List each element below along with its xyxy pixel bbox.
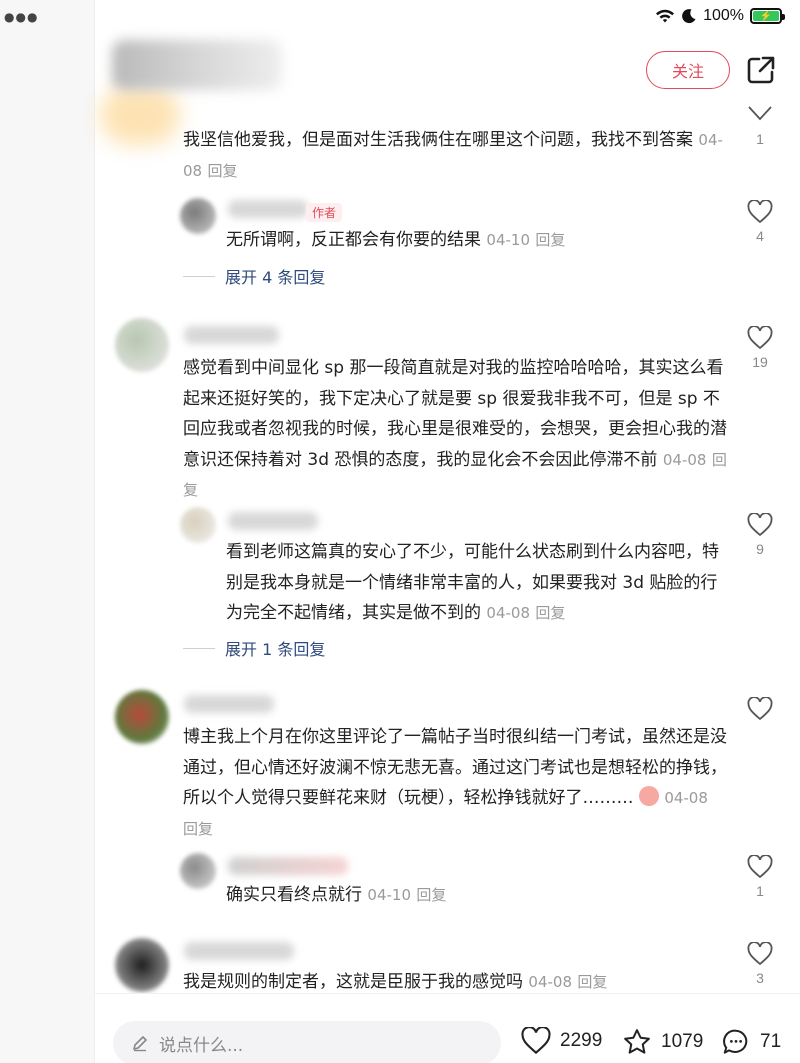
avatar[interactable]	[115, 938, 169, 992]
heart-icon	[748, 106, 772, 121]
heart-icon	[747, 513, 773, 537]
reply-username[interactable]	[228, 857, 348, 875]
reply-text: 确实只看终点就行 04-10 回复	[226, 885, 447, 905]
expand-replies-link[interactable]: 展开 4 条回复	[183, 264, 325, 288]
like-button[interactable]: 2299	[520, 1027, 602, 1055]
header-username[interactable]	[112, 40, 282, 90]
comment-username[interactable]	[184, 695, 274, 713]
share-icon[interactable]	[745, 54, 777, 86]
follow-button[interactable]: 关注	[646, 51, 730, 89]
avatar[interactable]	[115, 690, 169, 744]
divider	[183, 647, 215, 649]
reply-button[interactable]: 回复	[535, 231, 565, 249]
reply-like-button[interactable]: 4	[740, 200, 780, 244]
avatar[interactable]	[115, 318, 169, 372]
comment-like-button[interactable]	[740, 697, 780, 725]
star-icon	[624, 1029, 650, 1054]
heart-icon	[747, 697, 773, 721]
reply-button[interactable]: 回复	[416, 886, 446, 904]
reply-like-button[interactable]: 9	[740, 513, 780, 557]
like-count: 2299	[560, 1030, 603, 1051]
pencil-icon	[133, 1036, 147, 1052]
reply-like-button[interactable]: 1	[740, 855, 780, 899]
comment-text: 博主我上个月在你这里评论了一篇帖子当时很纠结一门考试，虽然还是没通过，但心情还好…	[183, 727, 727, 838]
expand-replies-link[interactable]: 展开 1 条回复	[183, 636, 325, 660]
comment-like-button[interactable]: 1	[740, 105, 780, 147]
author-badge: 作者	[306, 203, 343, 222]
reply-username[interactable]	[228, 512, 318, 530]
comment-text: 感觉看到中间显化 sp 那一段简直就是对我的监控哈哈哈哈，其实这么看起来还挺好笑…	[183, 358, 727, 499]
divider	[183, 275, 215, 277]
comment-like-button[interactable]: 19	[740, 326, 780, 370]
battery-percent: 100%	[703, 7, 744, 24]
comment-text: 我坚信他爱我，但是面对生活我俩住在哪里这个问题，我找不到答案 04-08 回复	[183, 130, 723, 180]
bottom-action-bar: 说点什么... 2299 1079 71	[95, 993, 800, 1063]
comment-date: 04-08	[664, 789, 708, 807]
comment-username[interactable]	[184, 326, 279, 344]
comment-input[interactable]: 说点什么...	[113, 1021, 501, 1063]
reply-button[interactable]: 回复	[535, 604, 565, 622]
avatar[interactable]	[180, 507, 216, 543]
reply-button[interactable]: 回复	[183, 820, 213, 838]
comment-button[interactable]: 71	[720, 1027, 781, 1057]
reply-text: 无所谓啊，反正都会有你要的结果 04-10 回复	[226, 230, 566, 250]
comment-like-button[interactable]: 3	[740, 942, 780, 986]
comment-count: 71	[760, 1031, 782, 1052]
comment-date: 04-08	[528, 973, 572, 991]
left-sidebar: ●●●	[0, 0, 95, 1063]
moon-icon	[682, 9, 696, 24]
battery-icon: ⚡	[750, 8, 785, 24]
heart-icon	[521, 1027, 551, 1055]
reply-button[interactable]: 回复	[577, 973, 607, 991]
wifi-icon	[656, 9, 675, 23]
status-bar: 100% ⚡	[655, 5, 785, 27]
more-dots-icon[interactable]: ●●●	[4, 10, 38, 24]
reply-date: 04-10	[486, 231, 530, 249]
favorite-count: 1079	[661, 1031, 704, 1052]
avatar[interactable]	[180, 198, 216, 234]
reply-date: 04-08	[486, 604, 530, 622]
heart-icon	[747, 942, 773, 966]
avatar[interactable]	[180, 853, 216, 889]
heart-icon	[747, 326, 773, 350]
reply-text: 看到老师这篇真的安心了不少，可能什么状态刷到什么内容吧，特别是我本身就是一个情绪…	[226, 542, 719, 623]
favorite-button[interactable]: 1079	[621, 1027, 703, 1057]
header-avatar[interactable]	[100, 85, 180, 145]
reply-date: 04-10	[367, 886, 411, 904]
emoji-icon	[638, 786, 659, 806]
comment-username[interactable]	[184, 942, 294, 960]
heart-icon	[747, 200, 773, 224]
comment-date: 04-08	[662, 450, 707, 469]
reply-button[interactable]: 回复	[208, 162, 238, 180]
chat-bubble-icon	[723, 1029, 748, 1054]
heart-icon	[747, 855, 773, 879]
reply-username[interactable]	[228, 200, 308, 218]
